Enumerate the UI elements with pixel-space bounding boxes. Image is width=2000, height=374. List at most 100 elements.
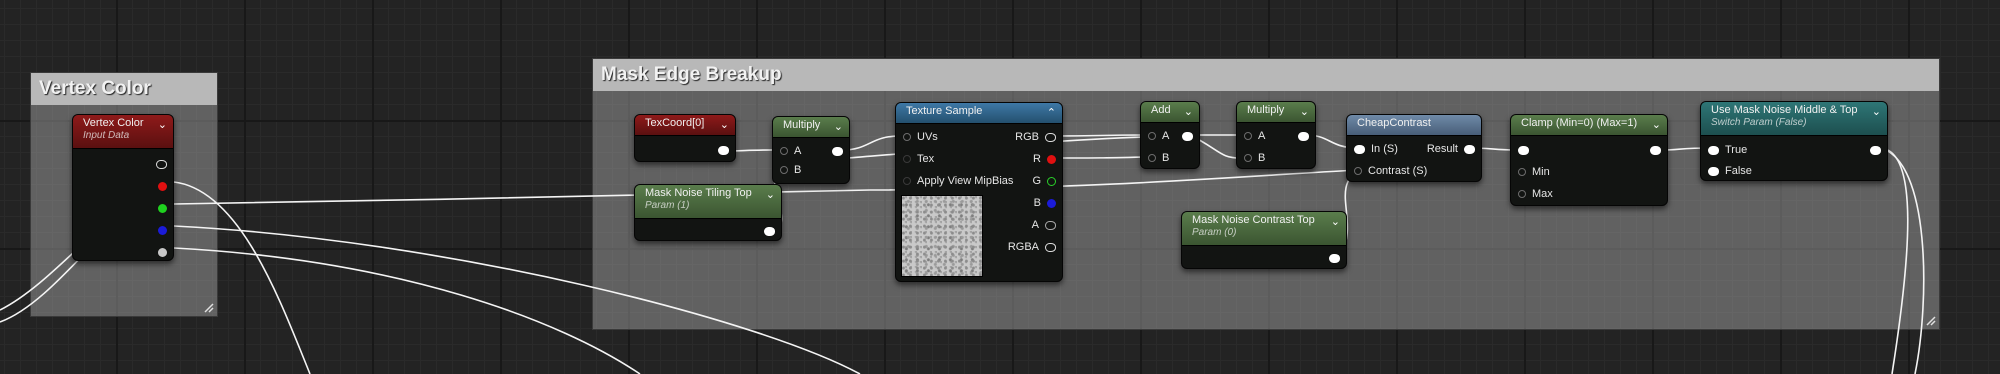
output-pin[interactable] (718, 142, 729, 158)
input-pin-max[interactable]: Max (1518, 186, 1553, 202)
input-pin-false[interactable]: False (1708, 163, 1752, 179)
vertex-color-node[interactable]: Vertex Color Input Data ⌄ (72, 114, 174, 261)
resize-grip-icon[interactable] (1924, 314, 1936, 326)
output-pin[interactable] (1870, 142, 1881, 158)
node-header[interactable]: Mask Noise Contrast Top Param (0) ⌄ (1182, 212, 1346, 246)
node-header[interactable]: Multiply ⌄ (773, 117, 849, 138)
pin-icon[interactable] (1518, 145, 1529, 155)
pin-icon[interactable] (1870, 145, 1881, 155)
use-mask-noise-switch-node[interactable]: Use Mask Noise Middle & Top Switch Param… (1700, 101, 1888, 181)
pin-icon[interactable] (903, 133, 911, 141)
pin-icon[interactable] (158, 247, 167, 257)
resize-grip-icon[interactable] (202, 301, 214, 313)
chevron-down-icon[interactable]: ⌄ (1652, 118, 1661, 131)
add-node[interactable]: Add ⌄ A B (1140, 101, 1200, 169)
chevron-down-icon[interactable]: ⌄ (766, 188, 775, 201)
input-pin-value[interactable] (1518, 142, 1529, 158)
input-pin-a[interactable]: A (1244, 128, 1265, 144)
output-pin-b[interactable] (158, 222, 167, 238)
node-header[interactable]: Texture Sample ⌃ (896, 103, 1062, 124)
cheap-contrast-node[interactable]: CheapContrast In (S) Contrast (S) Result (1346, 114, 1482, 182)
output-pin-r[interactable]: R (1033, 151, 1056, 167)
pin-icon[interactable] (1182, 131, 1193, 141)
pin-icon[interactable] (1045, 220, 1056, 230)
pin-icon[interactable] (1329, 253, 1340, 263)
pin-icon[interactable] (1148, 154, 1156, 162)
node-header[interactable]: Mask Noise Tiling Top Param (1) ⌄ (635, 185, 781, 219)
node-header[interactable]: CheapContrast (1347, 115, 1481, 136)
pin-icon[interactable] (780, 166, 788, 174)
output-pin-rgb[interactable] (156, 156, 167, 172)
node-header[interactable]: Clamp (Min=0) (Max=1) ⌄ (1511, 115, 1667, 136)
pin-icon[interactable] (780, 147, 788, 155)
pin-icon[interactable] (1047, 154, 1056, 164)
node-header[interactable]: Use Mask Noise Middle & Top Switch Param… (1701, 102, 1887, 136)
output-pin[interactable] (1182, 128, 1193, 144)
output-pin-result[interactable]: Result (1427, 141, 1475, 157)
output-pin-g[interactable] (158, 200, 167, 216)
comment-title[interactable]: Mask Edge Breakup (593, 59, 1939, 91)
pin-icon[interactable] (1708, 166, 1719, 176)
pin-icon[interactable] (1244, 132, 1252, 140)
pin-icon[interactable] (1354, 167, 1362, 175)
output-pin[interactable] (1298, 128, 1309, 144)
pin-icon[interactable] (1518, 190, 1526, 198)
output-pin-b[interactable]: B (1034, 195, 1056, 211)
node-header[interactable]: Multiply ⌄ (1237, 102, 1315, 123)
input-pin-b[interactable]: B (1148, 150, 1169, 166)
input-pin-b[interactable]: B (780, 162, 801, 178)
input-pin-a[interactable]: A (780, 143, 801, 159)
output-pin[interactable] (764, 223, 775, 239)
chevron-down-icon[interactable]: ⌄ (158, 118, 167, 131)
pin-icon[interactable] (1650, 145, 1661, 155)
pin-icon[interactable] (156, 159, 167, 169)
mask-noise-tiling-param-node[interactable]: Mask Noise Tiling Top Param (1) ⌄ (634, 184, 782, 241)
mask-noise-contrast-param-node[interactable]: Mask Noise Contrast Top Param (0) ⌄ (1181, 211, 1347, 269)
output-pin-rgb[interactable]: RGB (1015, 129, 1056, 145)
input-pin-tex[interactable]: Tex (903, 151, 934, 167)
chevron-down-icon[interactable]: ⌄ (720, 118, 729, 131)
input-pin-uvs[interactable]: UVs (903, 129, 938, 145)
pin-icon[interactable] (718, 145, 729, 155)
pin-icon[interactable] (1047, 176, 1056, 186)
multiply-node-2[interactable]: Multiply ⌄ A B (1236, 101, 1316, 169)
pin-icon[interactable] (764, 226, 775, 236)
clamp-node[interactable]: Clamp (Min=0) (Max=1) ⌄ Min Max (1510, 114, 1668, 206)
input-pin-a[interactable]: A (1148, 128, 1169, 144)
comment-box-mask-edge-breakup[interactable]: Mask Edge Breakup (592, 58, 1940, 330)
input-pin-contrast[interactable]: Contrast (S) (1354, 163, 1427, 179)
pin-icon[interactable] (1464, 144, 1475, 154)
chevron-down-icon[interactable]: ⌄ (1184, 105, 1193, 118)
output-pin-rgba[interactable]: RGBA (1008, 239, 1056, 255)
output-pin[interactable] (1329, 250, 1340, 266)
node-header[interactable]: Add ⌄ (1141, 102, 1199, 123)
output-pin-r[interactable] (158, 178, 167, 194)
pin-icon[interactable] (158, 203, 167, 213)
chevron-down-icon[interactable]: ⌄ (1300, 105, 1309, 118)
pin-icon[interactable] (1298, 131, 1309, 141)
pin-icon[interactable] (1045, 242, 1056, 252)
node-header[interactable]: Vertex Color Input Data ⌄ (73, 115, 173, 149)
pin-icon[interactable] (903, 155, 911, 163)
input-pin-true[interactable]: True (1708, 142, 1747, 158)
pin-icon[interactable] (1047, 198, 1056, 208)
chevron-down-icon[interactable]: ⌄ (1331, 215, 1340, 228)
output-pin-g[interactable]: G (1032, 173, 1056, 189)
pin-icon[interactable] (158, 181, 167, 191)
input-pin-in[interactable]: In (S) (1354, 141, 1398, 157)
pin-icon[interactable] (1354, 144, 1365, 154)
pin-icon[interactable] (832, 146, 843, 156)
multiply-node-1[interactable]: Multiply ⌄ A B (772, 116, 850, 184)
chevron-down-icon[interactable]: ⌄ (834, 120, 843, 133)
pin-icon[interactable] (1518, 168, 1526, 176)
texcoord-node[interactable]: TexCoord[0] ⌄ (634, 114, 736, 162)
output-pin[interactable] (1650, 142, 1661, 158)
input-pin-apply-view-mipbias[interactable]: Apply View MipBias (903, 173, 1013, 189)
pin-icon[interactable] (158, 225, 167, 235)
pin-icon[interactable] (1045, 132, 1056, 142)
comment-title[interactable]: Vertex Color (31, 73, 217, 105)
texture-sample-node[interactable]: Texture Sample ⌃ UVs Tex Apply View MipB… (895, 102, 1063, 282)
pin-icon[interactable] (903, 177, 911, 185)
pin-icon[interactable] (1708, 145, 1719, 155)
output-pin-a[interactable]: A (1032, 217, 1056, 233)
